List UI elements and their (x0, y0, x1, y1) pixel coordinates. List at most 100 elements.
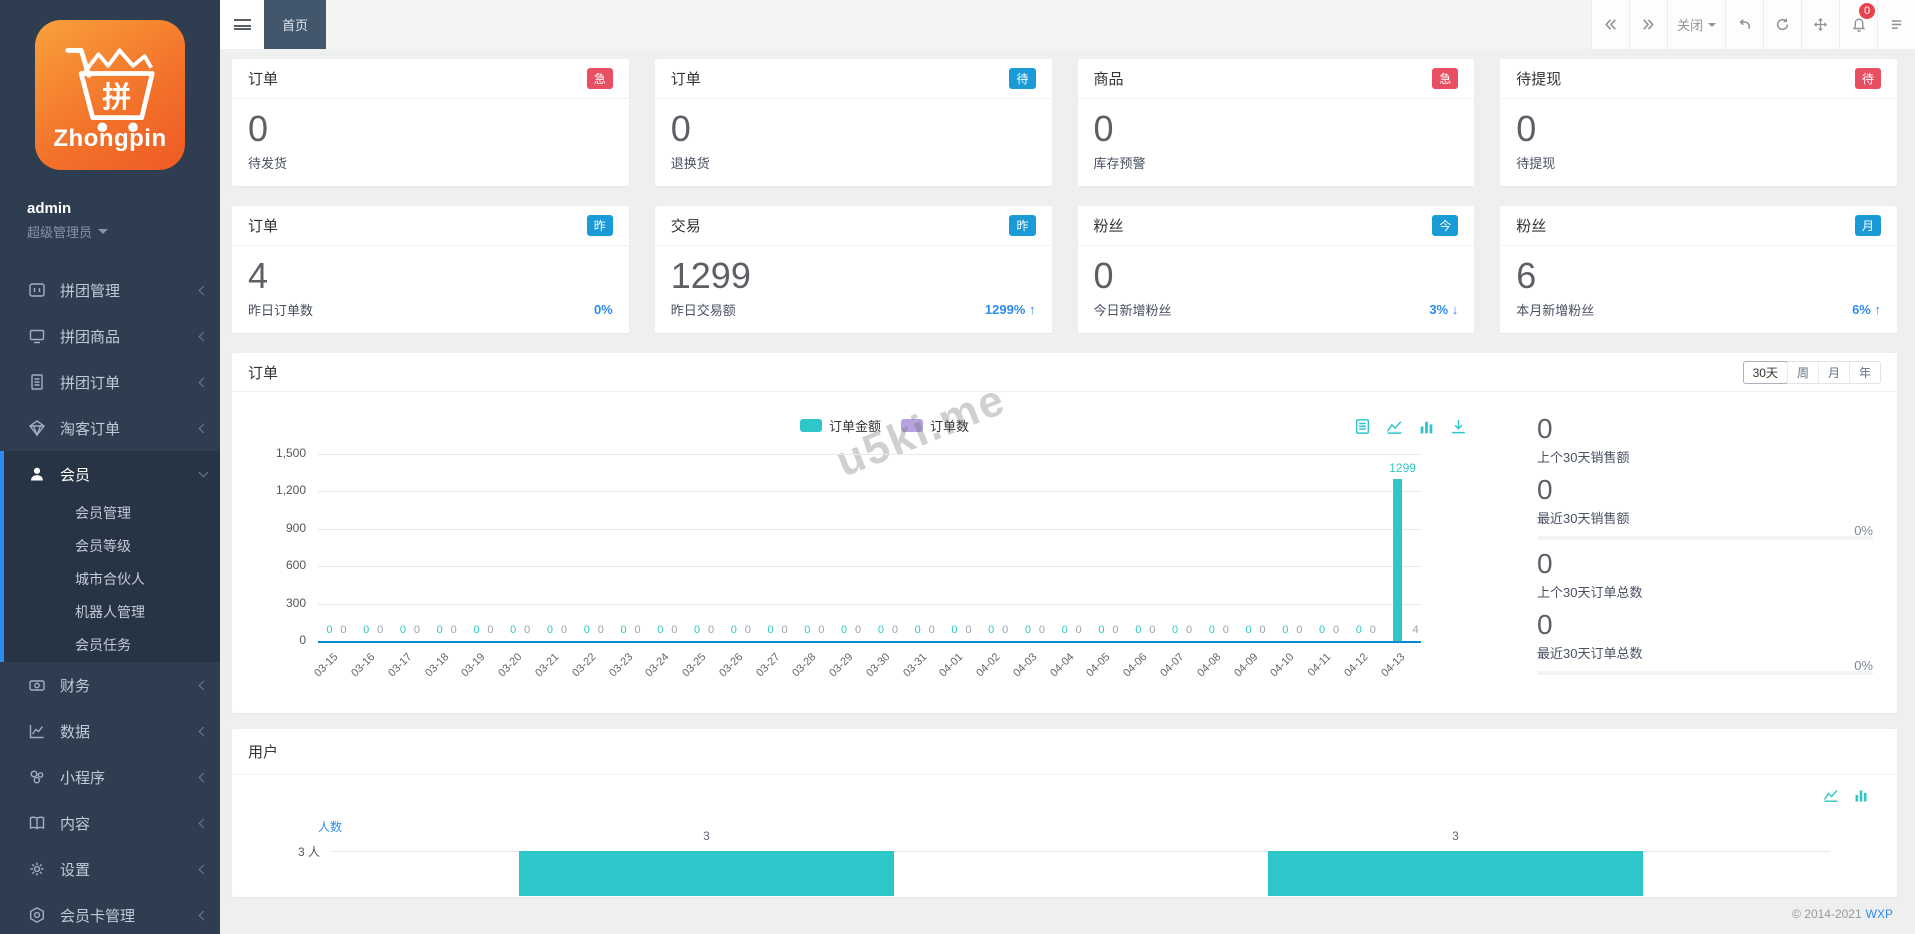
bar-chart-icon[interactable] (1853, 787, 1869, 803)
list-icon (1889, 17, 1904, 32)
orders-panel-title: 订单 (248, 362, 278, 383)
brand-link[interactable]: WXP (1866, 907, 1893, 921)
sidebar-item-pintuan-goods[interactable]: 拼团商品 (0, 313, 220, 359)
card-title: 待提现 (1516, 68, 1561, 89)
scroll-tabs-right-button[interactable] (1629, 0, 1667, 49)
notifications-button[interactable]: 0 (1839, 0, 1877, 49)
data-view-icon[interactable] (1354, 418, 1371, 435)
card-percent: 6% ↑ (1852, 302, 1881, 317)
sidebar-item-label: 数据 (60, 721, 90, 742)
sidebar-toggle-button[interactable] (220, 0, 264, 49)
card-percent: 0% (594, 302, 613, 317)
forward-icon (1641, 17, 1656, 32)
status-badge: 待 (1009, 68, 1035, 89)
card-title: 商品 (1094, 68, 1124, 89)
card-value: 0 (671, 107, 1036, 151)
stat-card-today-fans[interactable]: 粉丝 今 0 今日新增粉丝 3% ↓ (1078, 206, 1475, 333)
stat-card-yesterday-orders[interactable]: 订单 昨 4 昨日订单数 0% (232, 206, 629, 333)
stat-card-stock-warning[interactable]: 商品 急 0 库存预警 (1078, 59, 1475, 186)
status-badge: 昨 (587, 215, 613, 236)
stat-card-yesterday-sales[interactable]: 交易 昨 1299 昨日交易额 1299% ↑ (655, 206, 1052, 333)
order-bar-chart: 03006009001,2001,50003-150003-160003-170… (248, 450, 1521, 713)
money-icon (27, 675, 47, 695)
user-info: admin 超级管理员 (0, 170, 220, 241)
user-role-dropdown[interactable]: 超级管理员 (27, 222, 220, 241)
sidebar-item-label: 内容 (60, 813, 90, 834)
sidebar-menu: 拼团管理 拼团商品 拼团订单 淘客订单 会员 (0, 267, 220, 934)
status-badge: 昨 (1009, 215, 1035, 236)
status-badge: 月 (1855, 215, 1881, 236)
hamburger-icon (234, 19, 251, 30)
card-value: 0 (1094, 254, 1459, 298)
sidebar-item-data[interactable]: 数据 (0, 708, 220, 754)
period-30d-button[interactable]: 30天 (1743, 361, 1788, 384)
sidebar-item-member-card[interactable]: 会员卡管理 (0, 892, 220, 934)
line-chart-icon[interactable] (1386, 418, 1403, 435)
progress-track (1537, 671, 1873, 675)
sidebar-subitem-member-manage[interactable]: 会员管理 (0, 497, 220, 530)
card-title: 订单 (248, 68, 278, 89)
chevron-down-icon (199, 467, 209, 477)
sidebar-item-miniprogram[interactable]: 小程序 (0, 754, 220, 800)
app-logo[interactable]: 拼 Zhongpin (35, 20, 185, 170)
close-tabs-dropdown[interactable]: 关闭 (1667, 0, 1725, 49)
legend-order-amount[interactable]: 订单金额 (800, 416, 881, 435)
summary-label: 最近30天销售额 (1537, 508, 1873, 527)
scroll-tabs-left-button[interactable] (1591, 0, 1629, 49)
sidebar-item-pintuan-orders[interactable]: 拼团订单 (0, 359, 220, 405)
stat-card-pending-withdraw[interactable]: 待提现 待 0 待提现 (1500, 59, 1897, 186)
refresh-button[interactable] (1763, 0, 1801, 49)
monitor-icon (27, 326, 47, 346)
download-icon[interactable] (1450, 418, 1467, 435)
period-month-button[interactable]: 月 (1818, 362, 1849, 383)
sidebar-item-finance[interactable]: 财务 (0, 662, 220, 708)
summary-value: 0 (1537, 475, 1873, 505)
summary-value: 0 (1537, 414, 1873, 444)
summary-value: 0 (1537, 610, 1873, 640)
sidebar-item-taoke-orders[interactable]: 淘客订单 (0, 405, 220, 451)
card-title: 订单 (248, 215, 278, 236)
fullscreen-button[interactable] (1801, 0, 1839, 49)
chevron-left-icon (199, 331, 209, 341)
sidebar-item-content[interactable]: 内容 (0, 800, 220, 846)
sidebar-subitem-city-partner[interactable]: 城市合伙人 (0, 563, 220, 596)
card-title: 粉丝 (1094, 215, 1124, 236)
book-icon (27, 813, 47, 833)
legend-order-count[interactable]: 订单数 (901, 416, 969, 435)
status-badge: 急 (587, 68, 613, 89)
sidebar-item-label: 拼团订单 (60, 372, 120, 393)
chevron-left-icon (199, 726, 209, 736)
period-year-button[interactable]: 年 (1849, 362, 1880, 383)
card-label: 待发货 (248, 153, 287, 172)
card-value: 6 (1516, 254, 1881, 298)
stat-cards-row-2: 订单 昨 4 昨日订单数 0% 交易 昨 1299 昨日交易额 1299% ↑ … (232, 206, 1897, 333)
bar-chart-icon[interactable] (1418, 418, 1435, 435)
tab-home[interactable]: 首页 (264, 0, 326, 49)
sidebar-item-label: 拼团管理 (60, 280, 120, 301)
username: admin (27, 200, 220, 217)
legend-swatch (901, 419, 923, 432)
sidebar-subitem-member-level[interactable]: 会员等级 (0, 530, 220, 563)
user-chart-area: 3 人人数33 (232, 775, 1897, 896)
sidebar-subitem-member-task[interactable]: 会员任务 (0, 629, 220, 662)
order-summary-column: 0 上个30天销售额 0 最近30天销售额 0% 0 上个30天订单总数 0 最… (1537, 392, 1897, 713)
sidebar-item-settings[interactable]: 设置 (0, 846, 220, 892)
gem-icon (27, 418, 47, 438)
sidebar-subitem-robot-manage[interactable]: 机器人管理 (0, 596, 220, 629)
stat-card-month-fans[interactable]: 粉丝 月 6 本月新增粉丝 6% ↑ (1500, 206, 1897, 333)
log-list-button[interactable] (1877, 0, 1915, 49)
hexagon-icon (27, 905, 47, 925)
footer: © 2014-2021 WXP (232, 897, 1897, 930)
sidebar: 拼 Zhongpin admin 超级管理员 拼团管理 拼团商品 拼团订单 (0, 0, 220, 934)
summary-label: 上个30天销售额 (1537, 447, 1873, 466)
stat-card-returns[interactable]: 订单 待 0 退换货 (655, 59, 1052, 186)
card-percent: 1299% ↑ (985, 302, 1036, 317)
sidebar-item-pintuan-manage[interactable]: 拼团管理 (0, 267, 220, 313)
line-chart-icon[interactable] (1823, 787, 1839, 803)
sidebar-item-label: 会员 (60, 464, 90, 485)
back-button[interactable] (1725, 0, 1763, 49)
sidebar-item-member[interactable]: 会员 (0, 451, 220, 497)
logo-character: 拼 (102, 82, 131, 114)
period-week-button[interactable]: 周 (1787, 362, 1818, 383)
stat-card-pending-ship[interactable]: 订单 急 0 待发货 (232, 59, 629, 186)
